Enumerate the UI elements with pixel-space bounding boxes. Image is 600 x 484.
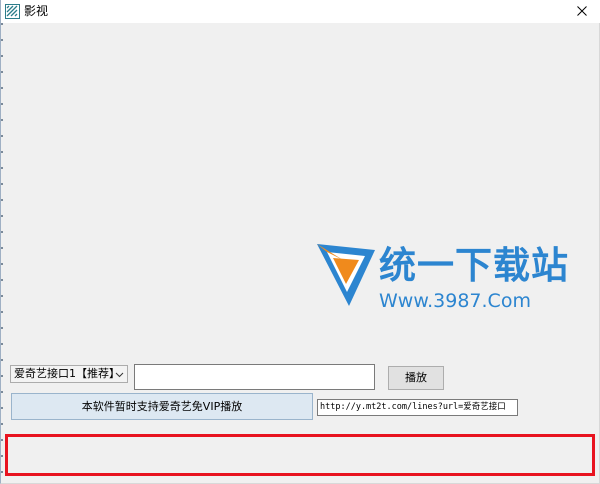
close-icon bbox=[577, 6, 587, 16]
title-bar[interactable]: 影视 bbox=[1, 0, 600, 23]
watermark-logo: 统一下载站 Www.3987.Com bbox=[313, 240, 568, 316]
status-panel-highlight bbox=[5, 434, 595, 476]
video-url-input[interactable] bbox=[134, 364, 375, 390]
close-button[interactable] bbox=[567, 0, 597, 22]
window-edge-decoration bbox=[1, 23, 3, 483]
logo-emblem-icon bbox=[317, 244, 375, 306]
play-button[interactable]: 播放 bbox=[388, 366, 444, 390]
source-select-value: 爱奇艺接口1【推荐】 bbox=[14, 367, 120, 380]
logo-chinese-text: 统一下载站 bbox=[379, 244, 569, 287]
vip-notice-button[interactable]: 本软件暂时支持爱奇艺免VIP播放 bbox=[11, 393, 313, 420]
api-url-field[interactable]: http://y.mt2t.com/lines?url=爱奇艺接口 bbox=[317, 399, 518, 416]
chevron-down-icon bbox=[115, 372, 124, 378]
window-title: 影视 bbox=[24, 4, 49, 18]
app-icon bbox=[5, 4, 20, 19]
source-select[interactable]: 爱奇艺接口1【推荐】 bbox=[10, 365, 128, 383]
logo-url-text: Www.3987.Com bbox=[379, 290, 531, 312]
app-window: 影视 统一下载站 Www.3987.Com 爱奇艺接口1【推荐】 播放 本软件暂… bbox=[0, 0, 600, 484]
